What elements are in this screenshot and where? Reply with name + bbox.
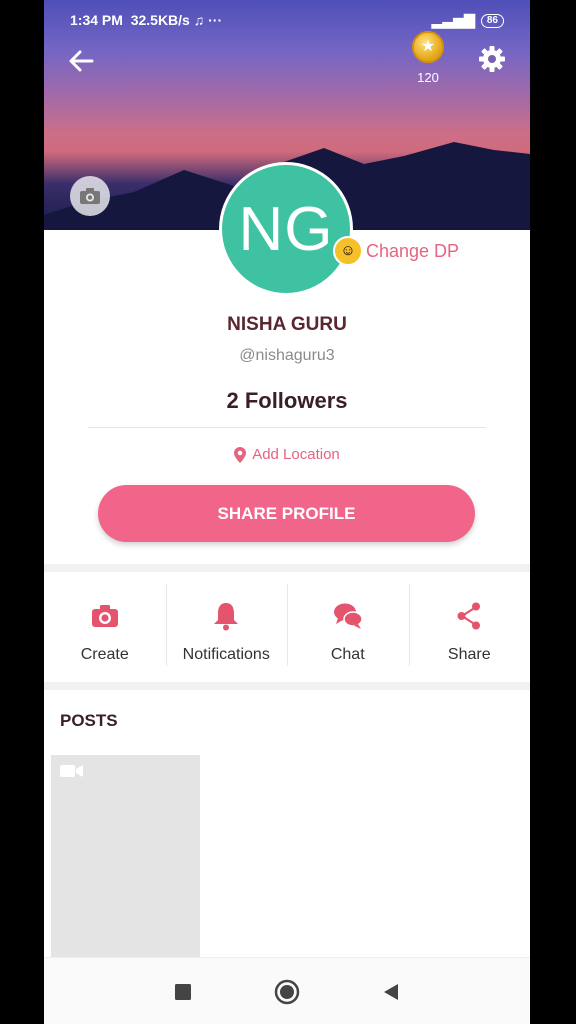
action-chat[interactable]: Chat — [287, 572, 409, 682]
profile-name: NISHA GURU — [227, 314, 347, 335]
settings-gear-icon[interactable] — [477, 44, 507, 74]
profile-handle: @nishaguru3 — [239, 347, 335, 364]
action-label: Create — [80, 646, 129, 663]
action-create[interactable]: Create — [44, 572, 166, 682]
chat-icon — [333, 603, 363, 629]
camera-icon — [80, 188, 100, 204]
coin-count: 120 — [417, 70, 439, 85]
action-share[interactable]: Share — [408, 572, 531, 682]
location-pin-icon — [234, 446, 247, 463]
signal-icon: ▂▃▅▇ — [431, 12, 475, 28]
system-nav-bar — [44, 957, 530, 1024]
profile-screen: 1:34 PM 32.5KB/s ♫ ··· ▂▃▅▇ 86 ★ 120 NG … — [44, 0, 530, 1024]
back-triangle-icon[interactable] — [382, 983, 400, 1001]
action-label: Share — [447, 646, 491, 663]
post-thumbnail[interactable] — [51, 755, 200, 957]
action-label: Chat — [330, 646, 365, 663]
recent-apps-icon[interactable] — [174, 983, 192, 1001]
home-icon[interactable] — [274, 979, 300, 1005]
change-dp-link[interactable]: Change DP — [366, 241, 459, 262]
back-arrow-icon[interactable] — [66, 46, 96, 76]
emoji-icon: ☺ — [333, 236, 363, 266]
coin-icon[interactable]: ★ — [412, 31, 444, 63]
action-bar: Create Notifications Chat Share — [44, 572, 530, 682]
action-notifications[interactable]: Notifications — [165, 572, 288, 682]
followers-count[interactable]: 2 Followers — [44, 388, 530, 414]
share-icon — [457, 602, 481, 630]
share-profile-button[interactable]: SHARE PROFILE — [98, 485, 475, 542]
avatar[interactable]: NG — [219, 162, 353, 296]
add-location-link[interactable]: Add Location — [44, 446, 530, 463]
status-bar: 1:34 PM 32.5KB/s ♫ ··· ▂▃▅▇ 86 — [70, 10, 504, 34]
bell-icon — [214, 603, 239, 631]
action-label: Notifications — [182, 646, 270, 663]
divider — [88, 427, 486, 428]
status-icons: ▂▃▅▇ 86 — [432, 12, 504, 29]
video-camera-icon — [60, 765, 83, 777]
camera-icon — [91, 605, 118, 627]
change-cover-button[interactable] — [70, 176, 110, 216]
battery-indicator: 86 — [480, 13, 504, 28]
posts-heading: POSTS — [60, 711, 118, 730]
section-divider — [44, 682, 530, 690]
section-divider — [44, 564, 530, 572]
add-location-label: Add Location — [252, 446, 340, 463]
status-time: 1:34 PM 32.5KB/s ♫ ··· — [70, 12, 223, 28]
